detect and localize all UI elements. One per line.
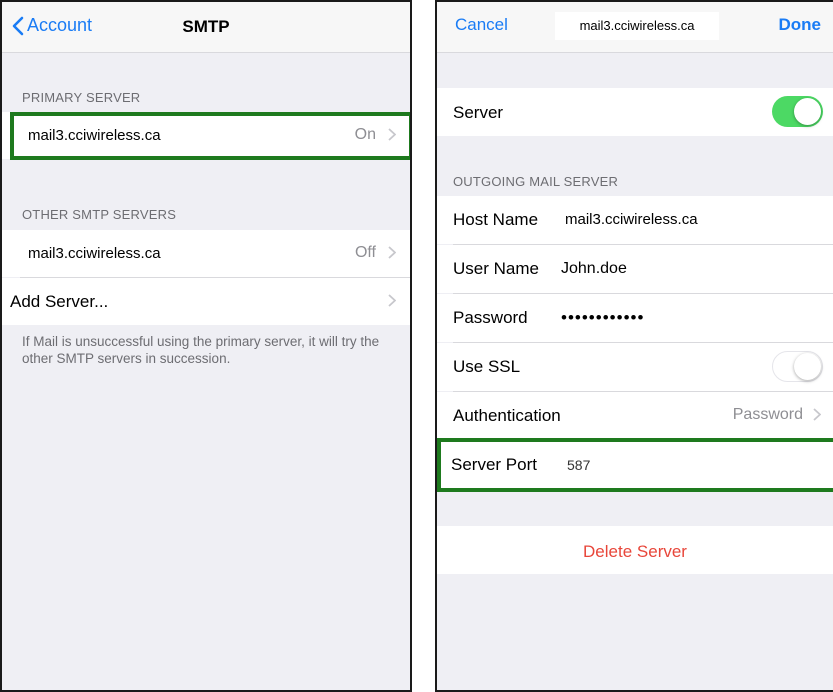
- use-ssl-label: Use SSL: [453, 357, 521, 376]
- use-ssl-toggle[interactable]: [772, 351, 823, 382]
- other-server-row[interactable]: mail3.cciwireless.ca Off: [2, 230, 410, 277]
- outgoing-mail-server-header: OUTGOING MAIL SERVER: [453, 174, 619, 189]
- chevron-right-icon: [813, 408, 821, 421]
- other-smtp-servers-header: OTHER SMTP SERVERS: [22, 207, 177, 222]
- other-server-status: Off: [354, 244, 376, 261]
- host-name-label: Host Name: [453, 210, 539, 229]
- page-title: mail3.cciwireless.ca: [555, 12, 719, 40]
- server-label: Server: [453, 103, 504, 122]
- toggle-knob: [794, 98, 821, 125]
- authentication-label: Authentication: [453, 406, 561, 425]
- password-label: Password: [453, 308, 528, 327]
- host-name-field[interactable]: mail3.cciwireless.ca: [565, 211, 698, 228]
- page-title: SMTP: [182, 17, 230, 36]
- add-server-label: Add Server...: [10, 292, 109, 311]
- done-button[interactable]: Done: [779, 15, 822, 35]
- user-name-label: User Name: [453, 259, 539, 278]
- authentication-value: Password: [732, 406, 803, 423]
- smtp-list-screen: Account SMTP PRIMARY SERVER mail3.cciwir…: [0, 0, 412, 692]
- password-field[interactable]: ••••••••••••: [561, 308, 644, 328]
- use-ssl-row: Use SSL: [437, 343, 833, 391]
- server-port-highlight: [437, 438, 833, 492]
- navigation-bar: Account SMTP: [2, 2, 410, 53]
- server-toggle[interactable]: [772, 96, 823, 127]
- primary-server-highlight: [10, 112, 410, 160]
- primary-server-header: PRIMARY SERVER: [22, 90, 141, 105]
- other-server-name: mail3.cciwireless.ca: [28, 245, 161, 262]
- server-detail-screen: Cancel mail3.cciwireless.ca Done Server …: [435, 0, 833, 692]
- password-row[interactable]: Password ••••••••••••: [437, 294, 833, 342]
- chevron-right-icon: [388, 246, 396, 259]
- smtp-footer-note: If Mail is unsuccessful using the primar…: [22, 334, 380, 366]
- add-server-row[interactable]: Add Server...: [2, 278, 410, 325]
- chevron-right-icon: [388, 294, 396, 307]
- cancel-button[interactable]: Cancel: [455, 15, 508, 35]
- host-name-row[interactable]: Host Name mail3.cciwireless.ca: [437, 196, 833, 244]
- delete-server-button[interactable]: Delete Server: [437, 542, 833, 562]
- authentication-row[interactable]: Authentication Password: [437, 392, 833, 440]
- toggle-knob: [794, 352, 821, 380]
- server-toggle-row: Server: [437, 88, 833, 136]
- user-name-row[interactable]: User Name John.doe: [437, 245, 833, 293]
- user-name-field[interactable]: John.doe: [561, 260, 627, 278]
- navigation-bar: Cancel mail3.cciwireless.ca Done: [437, 2, 833, 53]
